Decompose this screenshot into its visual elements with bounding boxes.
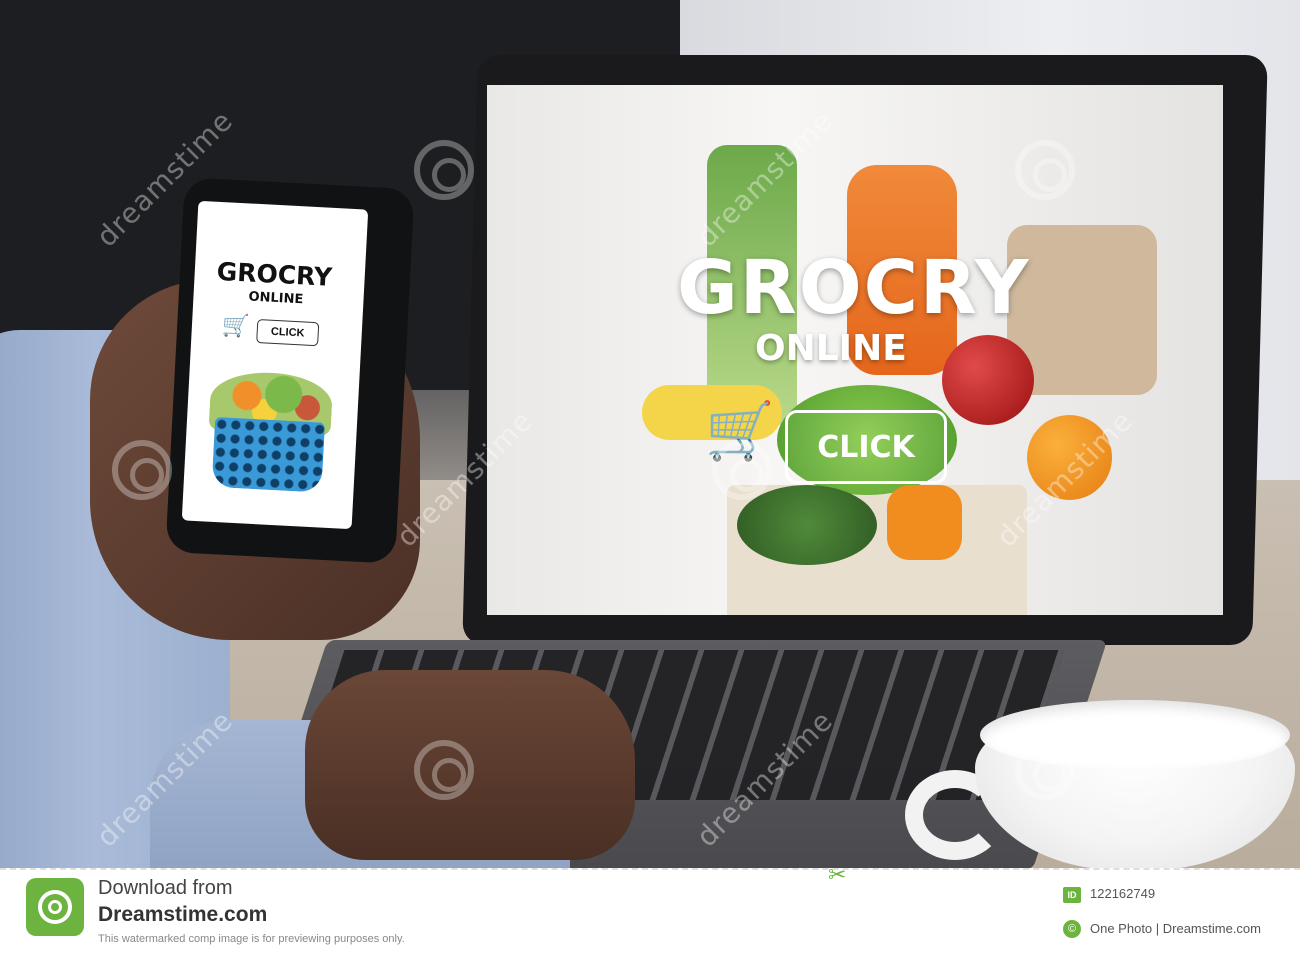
download-from-text: Download from: [98, 877, 233, 899]
photo-credit: One Photo | Dreamstime.com: [1090, 921, 1261, 936]
broccoli: [737, 485, 877, 565]
phone-subtitle: ONLINE: [248, 289, 304, 308]
copyright-icon: ©: [1063, 920, 1081, 938]
bell-pepper: [887, 485, 962, 560]
watermark-spiral-icon: [414, 740, 474, 800]
dreamstime-link[interactable]: Dreamstime.com: [98, 903, 267, 927]
watermark-spiral-icon: [712, 440, 772, 500]
cart-icon: 🛒: [221, 312, 251, 339]
logo-core: [48, 900, 62, 914]
screen-title: GROCRY: [677, 245, 1031, 331]
id-badge: ID: [1063, 887, 1081, 903]
watermark-spiral-icon: [414, 140, 474, 200]
phone-click-button[interactable]: CLICK: [256, 319, 320, 347]
phone-screen: GROCRY ONLINE 🛒 CLICK: [181, 200, 369, 530]
watermark-spiral-icon: [1015, 740, 1075, 800]
watermark-spiral-icon: [112, 440, 172, 500]
phone-title: GROCRY: [216, 256, 333, 292]
screen-subtitle: ONLINE: [755, 328, 907, 369]
apple: [942, 335, 1034, 425]
scissors-icon: ✂: [828, 862, 847, 887]
watermark-spiral-icon: [1015, 140, 1075, 200]
laptop-screen: GROCRY ONLINE 🛒 CLICK: [487, 85, 1223, 615]
image-id: 122162749: [1090, 886, 1156, 901]
shopping-basket: [211, 416, 326, 493]
stock-photo: GROCRY ONLINE 🛒 CLICK GROCRY ONLINE 🛒 CL…: [0, 0, 1300, 868]
click-button[interactable]: CLICK: [785, 410, 947, 484]
preview-notice: This watermarked comp image is for previ…: [98, 933, 405, 945]
